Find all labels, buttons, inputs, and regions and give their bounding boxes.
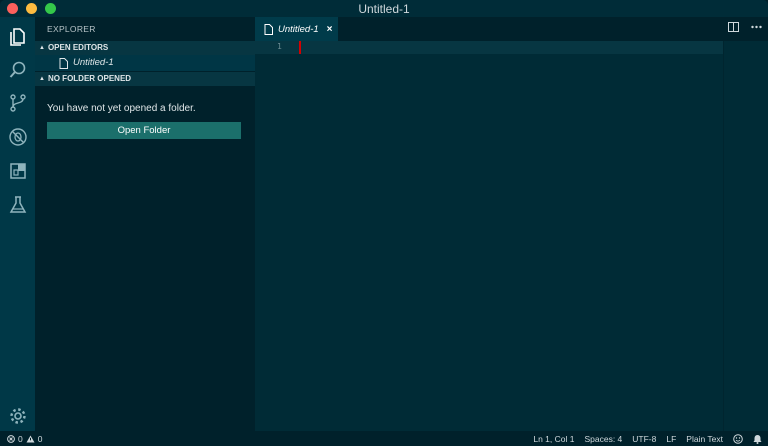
extensions-icon[interactable] [7, 160, 28, 181]
explorer-sidebar: EXPLORER ▲ OPEN EDITORS Untitled-1 ▲ NO … [35, 17, 255, 431]
activity-bar [0, 17, 35, 431]
caret-down-icon: ▲ [39, 45, 45, 51]
text-cursor [299, 41, 301, 54]
close-icon[interactable]: × [327, 24, 333, 35]
no-folder-header[interactable]: ▲ NO FOLDER OPENED [35, 72, 255, 86]
problems-indicator[interactable]: 0 0 [0, 434, 42, 444]
end-of-line[interactable]: LF [666, 434, 676, 444]
close-window-button[interactable] [7, 3, 18, 14]
tab-untitled-1[interactable]: Untitled-1 × [255, 17, 338, 41]
open-editors-header[interactable]: ▲ OPEN EDITORS [35, 41, 255, 55]
tab-label: Untitled-1 [278, 23, 319, 35]
window-title: Untitled-1 [358, 1, 410, 16]
no-folder-label: NO FOLDER OPENED [47, 74, 132, 83]
debug-icon[interactable] [7, 126, 28, 147]
split-editor-icon[interactable] [728, 22, 739, 32]
search-icon[interactable] [7, 59, 28, 80]
cursor-position[interactable]: Ln 1, Col 1 [533, 434, 574, 444]
no-folder-message: You have not yet opened a folder. [47, 103, 196, 114]
files-icon[interactable] [7, 26, 28, 47]
minimize-window-button[interactable] [26, 3, 37, 14]
test-flask-icon[interactable] [7, 194, 28, 215]
source-control-icon[interactable] [7, 92, 28, 113]
minimap[interactable] [723, 41, 724, 431]
vscode-window: Untitled-1 EXPLORER ▲ OPEN EDITORS Untit… [0, 0, 768, 446]
file-icon [264, 23, 273, 35]
language-mode[interactable]: Plain Text [686, 434, 723, 444]
file-icon [59, 57, 68, 69]
caret-down-icon: ▲ [39, 76, 45, 82]
current-line-highlight [255, 41, 724, 54]
tab-actions [728, 22, 762, 32]
tab-bar: Untitled-1 × [255, 17, 768, 41]
error-count: 0 [18, 433, 23, 444]
feedback-smiley-icon[interactable] [733, 433, 743, 444]
status-right: Ln 1, Col 1 Spaces: 4 UTF-8 LF Plain Tex… [533, 431, 762, 446]
indentation[interactable]: Spaces: 4 [584, 434, 622, 444]
maximize-window-button[interactable] [45, 3, 56, 14]
notifications-bell-icon[interactable] [753, 434, 762, 444]
error-icon [7, 434, 15, 443]
warning-icon [26, 435, 35, 442]
sidebar-title: EXPLORER [47, 24, 96, 34]
open-folder-button[interactable]: Open Folder [47, 122, 241, 139]
encoding[interactable]: UTF-8 [632, 434, 656, 444]
open-editor-item[interactable]: Untitled-1 [35, 55, 255, 71]
warning-count: 0 [37, 433, 43, 444]
gear-icon[interactable] [7, 405, 28, 426]
title-bar: Untitled-1 [0, 0, 768, 17]
traffic-lights [7, 3, 56, 14]
more-actions-icon[interactable] [751, 25, 762, 29]
status-bar: 0 0 Ln 1, Col 1 Spaces: 4 UTF-8 LF Plain… [0, 431, 768, 446]
open-editors-label: OPEN EDITORS [47, 43, 109, 52]
open-editor-label: Untitled-1 [73, 57, 114, 68]
line-number: 1 [277, 42, 282, 51]
editor-area: Untitled-1 × 1 [255, 17, 768, 431]
code-editor[interactable]: 1 [255, 41, 768, 431]
